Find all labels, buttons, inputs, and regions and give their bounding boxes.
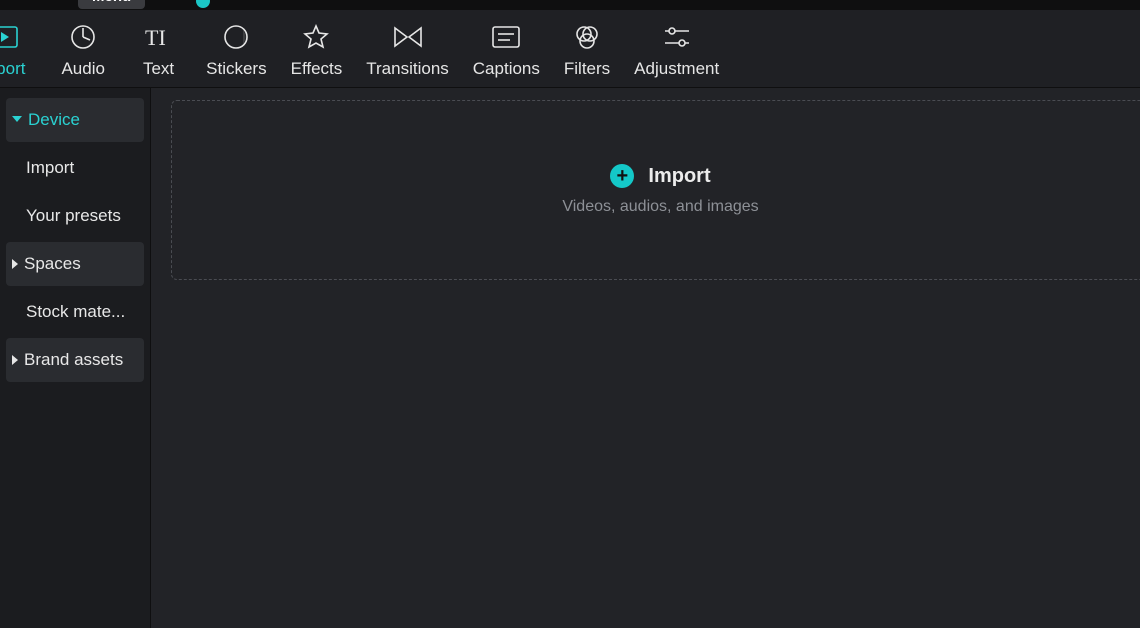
sidebar-item-stock-materials[interactable]: Stock mate...: [6, 290, 144, 334]
tab-stickers[interactable]: Stickers: [194, 21, 278, 83]
main-panel: + Import Videos, audios, and images: [150, 88, 1140, 628]
sidebar-item-label: Spaces: [24, 254, 81, 274]
sidebar-item-label: Your presets: [26, 206, 121, 226]
text-icon: TI: [145, 21, 173, 53]
transitions-icon: [393, 21, 423, 53]
tab-adjustment[interactable]: Adjustment: [622, 21, 731, 83]
tab-audio-label: Audio: [61, 59, 104, 79]
adjustment-icon: [662, 21, 692, 53]
stickers-icon: [223, 21, 249, 53]
tab-captions-label: Captions: [473, 59, 540, 79]
tab-import[interactable]: mport: [0, 21, 43, 83]
audio-icon: [70, 21, 96, 53]
sidebar-item-brand-assets[interactable]: Brand assets: [6, 338, 144, 382]
import-dropzone-header: + Import: [610, 164, 710, 188]
tab-captions[interactable]: Captions: [461, 21, 552, 83]
tab-filters[interactable]: Filters: [552, 21, 622, 83]
sidebar: Device Import Your presets Spaces Stock …: [0, 88, 150, 628]
tab-effects-label: Effects: [291, 59, 343, 79]
autosave-text: Auto-saved: 16:09.27: [218, 0, 361, 3]
sidebar-item-your-presets[interactable]: Your presets: [6, 194, 144, 238]
sidebar-item-device[interactable]: Device: [6, 98, 144, 142]
tab-effects[interactable]: Effects: [279, 21, 355, 83]
sidebar-item-label: Stock mate...: [26, 302, 125, 322]
plus-icon: +: [610, 164, 634, 188]
tab-adjustment-label: Adjustment: [634, 59, 719, 79]
sidebar-item-spaces[interactable]: Spaces: [6, 242, 144, 286]
tab-transitions[interactable]: Transitions: [354, 21, 461, 83]
tab-audio[interactable]: Audio: [43, 21, 122, 83]
tab-stickers-label: Stickers: [206, 59, 266, 79]
sidebar-item-label: Device: [28, 110, 80, 130]
import-icon: [0, 21, 18, 53]
titlebar: Menu Auto-saved: 16:09.27: [0, 0, 1140, 10]
tab-text-label: Text: [143, 59, 174, 79]
tab-text[interactable]: TI Text: [123, 21, 194, 83]
body: Device Import Your presets Spaces Stock …: [0, 88, 1140, 628]
autosave-indicator-icon: [196, 0, 210, 8]
import-dropzone[interactable]: + Import Videos, audios, and images: [171, 100, 1140, 280]
main-toolbar: mport Audio TI Text Stickers Effects Tra…: [0, 10, 1140, 88]
tab-transitions-label: Transitions: [366, 59, 449, 79]
tab-import-label: mport: [0, 59, 25, 79]
tab-filters-label: Filters: [564, 59, 610, 79]
sidebar-item-label: Import: [26, 158, 74, 178]
menu-button[interactable]: Menu: [78, 0, 145, 9]
sidebar-item-label: Brand assets: [24, 350, 123, 370]
import-dropzone-subtitle: Videos, audios, and images: [562, 198, 758, 216]
filters-icon: [573, 21, 601, 53]
captions-icon: [492, 21, 520, 53]
svg-text:TI: TI: [145, 25, 166, 49]
effects-icon: [303, 21, 329, 53]
import-dropzone-title: Import: [648, 165, 710, 188]
sidebar-item-import[interactable]: Import: [6, 146, 144, 190]
